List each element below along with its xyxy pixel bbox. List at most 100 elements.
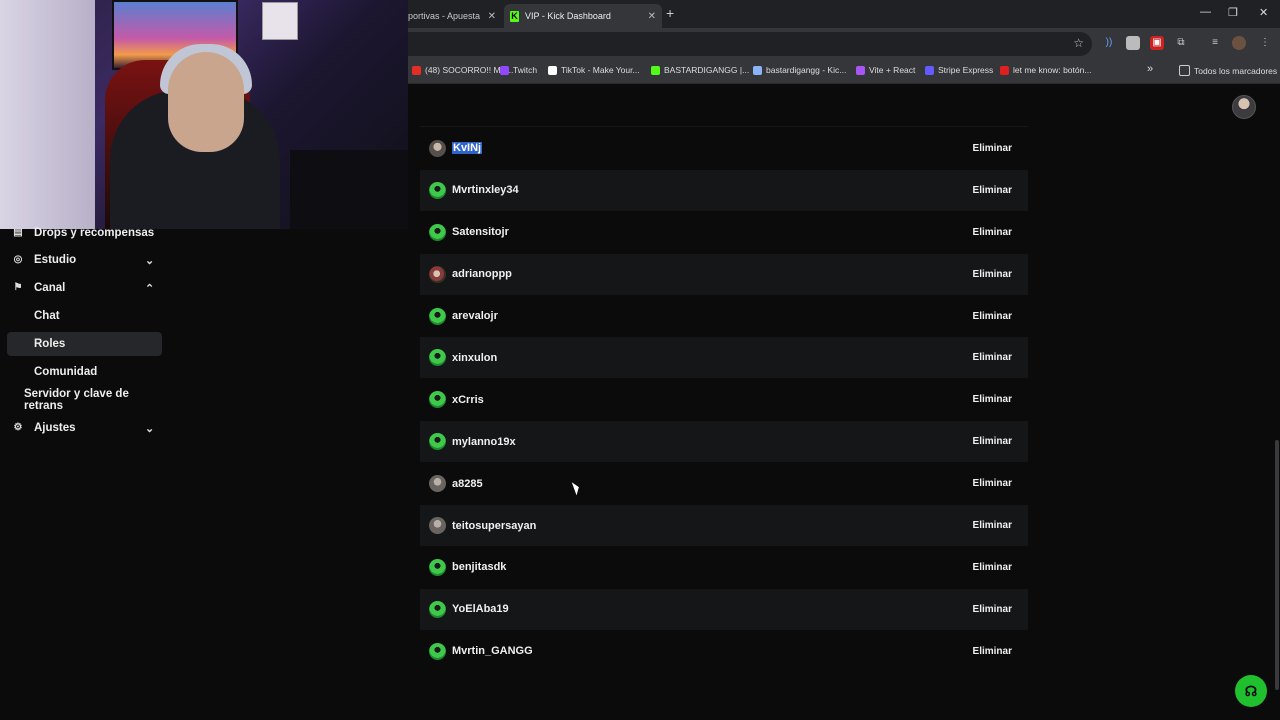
browser-toolbar: ☆ )) ▣ ⧉ ≡ ⋮ bbox=[408, 28, 1280, 60]
username: YoElAba19 bbox=[452, 603, 509, 616]
chevron-down-icon[interactable]: ⌄ bbox=[145, 422, 154, 435]
vite-icon bbox=[856, 65, 865, 75]
username: Mvrtinxley34 bbox=[452, 184, 519, 197]
globe-icon bbox=[753, 65, 762, 75]
kick-icon: K bbox=[510, 10, 519, 22]
sidebar-item-servidor[interactable]: Servidor y clave de retrans bbox=[0, 388, 170, 412]
browser-tab-betting[interactable]: portivas - Apuesta ✕ bbox=[408, 4, 500, 28]
avatar bbox=[429, 349, 446, 367]
sidebar-item-canal[interactable]: ⚑ Canal ⌃ bbox=[0, 276, 170, 300]
all-bookmarks-button[interactable]: Todos los marcadores bbox=[1179, 65, 1277, 76]
table-row: mylanno19x Eliminar bbox=[420, 421, 1028, 463]
tiktok-icon bbox=[548, 65, 557, 75]
close-window-button[interactable]: ✕ bbox=[1259, 6, 1268, 19]
webcam-sign bbox=[262, 2, 298, 40]
chevron-down-icon[interactable]: ⌄ bbox=[145, 254, 154, 267]
extension-icon[interactable]: )) bbox=[1102, 36, 1116, 50]
bookmark-item[interactable]: BASTARDIGANGG |... bbox=[651, 65, 749, 75]
sidebar-item-comunidad[interactable]: Comunidad bbox=[0, 360, 170, 384]
chevron-up-icon[interactable]: ⌃ bbox=[145, 282, 154, 295]
sidebar-item-chat[interactable]: Chat bbox=[0, 304, 170, 328]
bookmarks-bar: (48) SOCORRO!! ME... Twitch TikTok - Make … bbox=[408, 60, 1280, 84]
user-avatar[interactable] bbox=[1232, 95, 1256, 119]
remove-vip-button[interactable]: Eliminar bbox=[973, 562, 1012, 573]
bookmarks-overflow-button[interactable]: » bbox=[1147, 63, 1153, 75]
table-row: benjitasdk Eliminar bbox=[420, 547, 1028, 588]
sidebar-item-label: Chat bbox=[34, 310, 60, 322]
username: KvINj bbox=[452, 142, 483, 155]
username: adrianoppp bbox=[452, 268, 512, 281]
pin-icon bbox=[1000, 65, 1009, 75]
youtube-icon bbox=[412, 65, 421, 75]
table-row: arevalojr Eliminar bbox=[420, 296, 1028, 337]
table-row: teitosupersayan Eliminar bbox=[420, 505, 1028, 546]
remove-vip-button[interactable]: Eliminar bbox=[973, 604, 1012, 615]
sidebar-item-label: Canal bbox=[34, 282, 66, 294]
username: a8285 bbox=[452, 477, 483, 490]
remove-vip-button[interactable]: Eliminar bbox=[973, 185, 1012, 196]
username: teitosupersayan bbox=[452, 519, 537, 532]
webcam-head bbox=[168, 52, 244, 152]
page-scrollbar[interactable] bbox=[1275, 440, 1279, 690]
remove-vip-button[interactable]: Eliminar bbox=[973, 311, 1012, 322]
username: Mvrtin_GANGG bbox=[452, 645, 533, 658]
bookmark-item[interactable]: TikTok - Make Your... bbox=[548, 65, 640, 75]
remove-vip-button[interactable]: Eliminar bbox=[973, 227, 1012, 238]
avatar bbox=[429, 265, 446, 283]
restore-button[interactable]: ❐ bbox=[1228, 6, 1238, 19]
extension-icon[interactable] bbox=[1126, 36, 1140, 50]
bookmark-item[interactable]: Vite + React bbox=[856, 65, 915, 75]
profile-icon[interactable] bbox=[1232, 36, 1246, 50]
new-tab-button[interactable]: + bbox=[666, 5, 674, 21]
star-icon[interactable]: ☆ bbox=[1073, 36, 1084, 50]
remove-vip-button[interactable]: Eliminar bbox=[973, 478, 1012, 489]
puzzle-icon[interactable]: ⧉ bbox=[1174, 36, 1188, 50]
remove-vip-button[interactable]: Eliminar bbox=[973, 352, 1012, 363]
help-button[interactable]: ☊ bbox=[1235, 675, 1267, 707]
remove-vip-button[interactable]: Eliminar bbox=[973, 143, 1012, 154]
avatar bbox=[429, 642, 446, 660]
sidebar-item-roles[interactable]: Roles bbox=[7, 332, 162, 356]
bookmark-item[interactable]: let me know: botón... bbox=[1000, 65, 1091, 75]
close-icon[interactable]: ✕ bbox=[488, 11, 496, 22]
bookmark-item[interactable]: (48) SOCORRO!! ME... bbox=[412, 65, 513, 75]
media-icon[interactable]: ≡ bbox=[1208, 36, 1222, 50]
remove-vip-button[interactable]: Eliminar bbox=[973, 394, 1012, 405]
sidebar-item-label: Servidor y clave de retrans bbox=[24, 388, 129, 412]
bookmark-label: Vite + React bbox=[869, 65, 916, 75]
username: mylanno19x bbox=[452, 435, 516, 448]
table-row: Satensitojr Eliminar bbox=[420, 212, 1028, 253]
bookmark-label: TikTok - Make Your... bbox=[561, 65, 640, 75]
remove-vip-button[interactable]: Eliminar bbox=[973, 269, 1012, 280]
close-icon[interactable]: ✕ bbox=[648, 11, 656, 22]
sidebar-item-ajustes[interactable]: ⚙ Ajustes ⌄ bbox=[0, 416, 170, 440]
username: xinxulon bbox=[452, 351, 498, 364]
table-row: adrianoppp Eliminar bbox=[420, 253, 1028, 295]
all-bookmarks-label: Todos los marcadores bbox=[1194, 65, 1278, 76]
extension-icon[interactable]: ▣ bbox=[1150, 36, 1164, 50]
sidebar-item-label: Roles bbox=[34, 338, 66, 350]
minimize-button[interactable]: — bbox=[1200, 6, 1211, 18]
webcam-background-door bbox=[0, 0, 95, 229]
table-row: xinxulon Eliminar bbox=[420, 337, 1028, 379]
bookmark-item[interactable]: Stripe Express bbox=[925, 65, 993, 75]
sidebar-item-drops[interactable]: ▤ Drops y recompensas bbox=[0, 221, 170, 245]
sidebar-item-label: Comunidad bbox=[34, 366, 98, 378]
bookmark-label: BASTARDIGANGG |... bbox=[664, 65, 750, 75]
bookmark-item[interactable]: Twitch bbox=[500, 65, 537, 75]
browser-tab-kick-dashboard[interactable]: K VIP - Kick Dashboard ✕ bbox=[504, 4, 662, 28]
browser-tab-bar: portivas - Apuesta ✕ K VIP - Kick Dashbo… bbox=[408, 0, 1280, 28]
remove-vip-button[interactable]: Eliminar bbox=[973, 646, 1012, 657]
address-bar[interactable]: ☆ bbox=[408, 32, 1092, 56]
bookmark-item[interactable]: bastardigangg - Kic... bbox=[753, 65, 846, 75]
avatar bbox=[429, 433, 446, 451]
remove-vip-button[interactable]: Eliminar bbox=[973, 436, 1012, 447]
username: arevalojr bbox=[452, 310, 498, 322]
table-row: Mvrtinxley34 Eliminar bbox=[420, 169, 1028, 211]
twitch-icon bbox=[500, 65, 509, 75]
avatar bbox=[429, 181, 446, 199]
sidebar-item-estudio[interactable]: ◎ Estudio ⌄ bbox=[0, 248, 170, 272]
remove-vip-button[interactable]: Eliminar bbox=[973, 520, 1012, 531]
avatar bbox=[429, 307, 446, 325]
menu-icon[interactable]: ⋮ bbox=[1258, 36, 1272, 50]
